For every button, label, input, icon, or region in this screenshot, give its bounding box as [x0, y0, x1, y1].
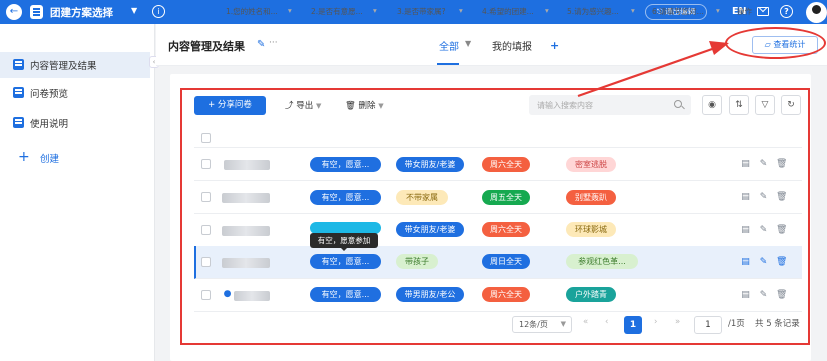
info-icon[interactable]: i: [152, 5, 165, 18]
sidebar: 内容管理及结果 问卷预览 使用说明 + 创建: [0, 24, 155, 361]
chevron-down-icon[interactable]: ▾: [631, 6, 635, 15]
create-label: 创建: [40, 154, 60, 165]
chevron-down-icon[interactable]: ▼: [465, 39, 471, 48]
chevron-down-icon[interactable]: ▾: [545, 6, 549, 15]
column-header[interactable]: 6.请填写您对...: [652, 6, 704, 17]
sidebar-item-preview[interactable]: 问卷预览: [0, 80, 150, 106]
sidebar-item-label: 使用说明: [30, 119, 69, 130]
more-icon[interactable]: ···: [269, 38, 278, 48]
back-icon[interactable]: ←: [6, 4, 22, 20]
tab-my-submissions[interactable]: 我的填报: [492, 38, 532, 53]
chevron-down-icon[interactable]: ▾: [459, 6, 463, 15]
edit-title-icon[interactable]: ✎: [257, 39, 265, 50]
create-button[interactable]: + 创建: [0, 148, 150, 168]
chevron-down-icon[interactable]: ▾: [288, 6, 292, 15]
annotation-oval: [725, 27, 826, 59]
column-header[interactable]: 2.是否有意愿...: [311, 6, 363, 17]
sidebar-item-label: 内容管理及结果: [30, 61, 97, 72]
page-title: 内容管理及结果: [168, 40, 245, 53]
avatar[interactable]: [806, 2, 827, 23]
active-tab-indicator: [437, 63, 459, 65]
chevron-down-icon[interactable]: ▼: [131, 6, 137, 15]
sidebar-item-content-management[interactable]: 内容管理及结果: [0, 52, 150, 78]
form-app-icon: [30, 5, 43, 19]
sidebar-item-instructions[interactable]: 使用说明: [0, 110, 150, 136]
annotation-rectangle: [180, 88, 810, 345]
app-title[interactable]: 团建方案选择: [50, 5, 113, 20]
list-icon: [13, 59, 24, 70]
mail-icon[interactable]: [757, 7, 769, 16]
column-header[interactable]: 3.是否带家属?: [397, 6, 446, 17]
edit-icon: [13, 87, 24, 98]
column-header: 操作: [737, 7, 752, 16]
sidebar-item-label: 问卷预览: [30, 89, 69, 100]
chevron-down-icon[interactable]: ▾: [716, 6, 720, 15]
column-header[interactable]: 5.请为感兴趣...: [567, 6, 619, 17]
column-header[interactable]: 4.希望的团建...: [482, 6, 534, 17]
edit-icon: [13, 117, 24, 128]
tab-all[interactable]: 全部: [439, 38, 459, 53]
add-tab-icon[interactable]: +: [550, 39, 559, 52]
plus-icon: +: [18, 149, 30, 165]
chevron-down-icon[interactable]: ▾: [373, 6, 377, 15]
column-header[interactable]: 1.您的姓名和...: [226, 6, 278, 17]
help-icon[interactable]: ?: [780, 5, 793, 18]
